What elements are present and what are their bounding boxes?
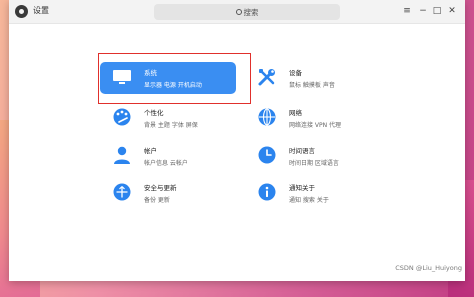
card-subtitle: 背景 主题 字体 屏保 <box>144 122 198 129</box>
card-title: 帐户 <box>144 147 157 155</box>
card-subtitle: 网络连接 VPN 代理 <box>289 122 342 129</box>
info-icon <box>258 183 276 201</box>
settings-card-network[interactable]: 网络 网络连接 VPN 代理 <box>245 102 381 134</box>
shield-update-icon <box>113 183 131 201</box>
watermark: CSDN @Liu_Huiyong <box>395 264 462 272</box>
annotation-highlight-box <box>98 53 251 104</box>
card-title: 设备 <box>289 69 302 77</box>
user-icon <box>114 146 130 164</box>
maximize-button[interactable]: □ <box>431 5 443 17</box>
card-subtitle: 帐户信息 云帐户 <box>144 160 188 167</box>
card-subtitle: 通知 搜索 关于 <box>289 197 329 204</box>
title-bar: 设置 搜索 ≡ − □ ✕ <box>9 0 465 24</box>
search-input[interactable]: 搜索 <box>154 4 340 20</box>
tools-icon <box>258 69 275 86</box>
card-title: 通知关于 <box>289 184 315 192</box>
search-icon <box>235 9 242 15</box>
minimize-button[interactable]: − <box>417 5 429 17</box>
card-title: 时间语言 <box>289 147 315 155</box>
settings-card-time-language[interactable]: 时间语言 时间日期 区域语言 <box>245 140 381 172</box>
settings-card-devices[interactable]: 设备 鼠标 触摸板 声音 <box>245 62 381 94</box>
settings-card-account[interactable]: 帐户 帐户信息 云帐户 <box>100 140 236 172</box>
search-placeholder: 搜索 <box>243 7 259 17</box>
card-title: 安全与更新 <box>144 184 177 192</box>
menu-button[interactable]: ≡ <box>401 5 413 17</box>
clock-icon <box>258 146 276 164</box>
settings-card-security-update[interactable]: 安全与更新 备份 更新 <box>100 177 236 209</box>
card-subtitle: 时间日期 区域语言 <box>289 160 339 167</box>
card-title: 网络 <box>289 109 302 117</box>
card-subtitle: 备份 更新 <box>144 197 170 204</box>
window-title: 设置 <box>33 6 49 15</box>
card-title: 个性化 <box>144 109 164 117</box>
settings-card-personalization[interactable]: 个性化 背景 主题 字体 屏保 <box>100 102 236 134</box>
card-subtitle: 鼠标 触摸板 声音 <box>289 82 335 89</box>
palette-icon <box>113 108 131 126</box>
settings-window: 设置 搜索 ≡ − □ ✕ 系统 显示器 电源 开机启动 设备 鼠标 触摸板 声… <box>9 0 465 281</box>
settings-card-notifications-about[interactable]: 通知关于 通知 搜索 关于 <box>245 177 381 209</box>
globe-icon <box>258 108 276 126</box>
settings-app-icon <box>15 5 28 18</box>
close-button[interactable]: ✕ <box>446 5 458 17</box>
